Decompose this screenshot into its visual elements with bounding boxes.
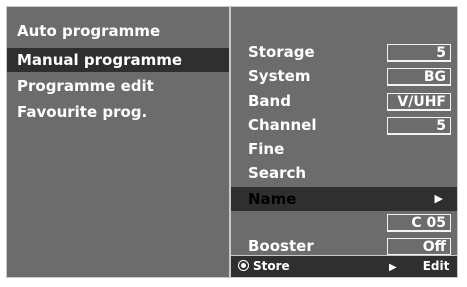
store-hint[interactable]: Store (238, 256, 290, 276)
ok-button-icon (238, 260, 249, 271)
right-arrow-icon: ▶ (434, 192, 443, 205)
menu-item-favourite-prog[interactable]: Favourite prog. (7, 100, 229, 124)
name-value-field[interactable]: C 05 (387, 214, 451, 232)
channel-value-field[interactable]: 5 (387, 117, 451, 135)
manual-programme-settings: Storage 5 System BG Band V/UHF Channel 5… (231, 7, 457, 277)
programme-menu: Auto programme Manual programme Programm… (7, 7, 231, 277)
menu-item-manual-programme[interactable]: Manual programme (7, 48, 229, 72)
system-value-field[interactable]: BG (387, 68, 451, 86)
system-label: System (248, 67, 311, 85)
name-row-selected[interactable]: Name ▶ (231, 187, 457, 211)
search-item[interactable]: Search (248, 163, 306, 183)
band-value-field[interactable]: V/UHF (387, 93, 451, 111)
menu-item-auto-programme[interactable]: Auto programme (7, 19, 229, 43)
booster-value-field[interactable]: Off (387, 238, 451, 256)
edit-label: Edit (422, 259, 450, 273)
storage-label: Storage (248, 43, 315, 61)
store-label: Store (253, 259, 290, 273)
edit-hint[interactable]: ▶ Edit (389, 256, 449, 278)
band-label: Band (248, 92, 291, 110)
channel-label: Channel (248, 116, 317, 134)
name-label: Name (248, 190, 297, 208)
menu-item-programme-edit[interactable]: Programme edit (7, 74, 229, 98)
storage-value-field[interactable]: 5 (387, 44, 451, 62)
right-arrow-icon: ▶ (389, 262, 397, 273)
manual-programme-osd: Auto programme Manual programme Programm… (6, 6, 458, 278)
footer-hints: Store ▶ Edit (231, 255, 457, 277)
booster-label: Booster (248, 237, 314, 255)
fine-tune-item[interactable]: Fine (248, 139, 284, 159)
